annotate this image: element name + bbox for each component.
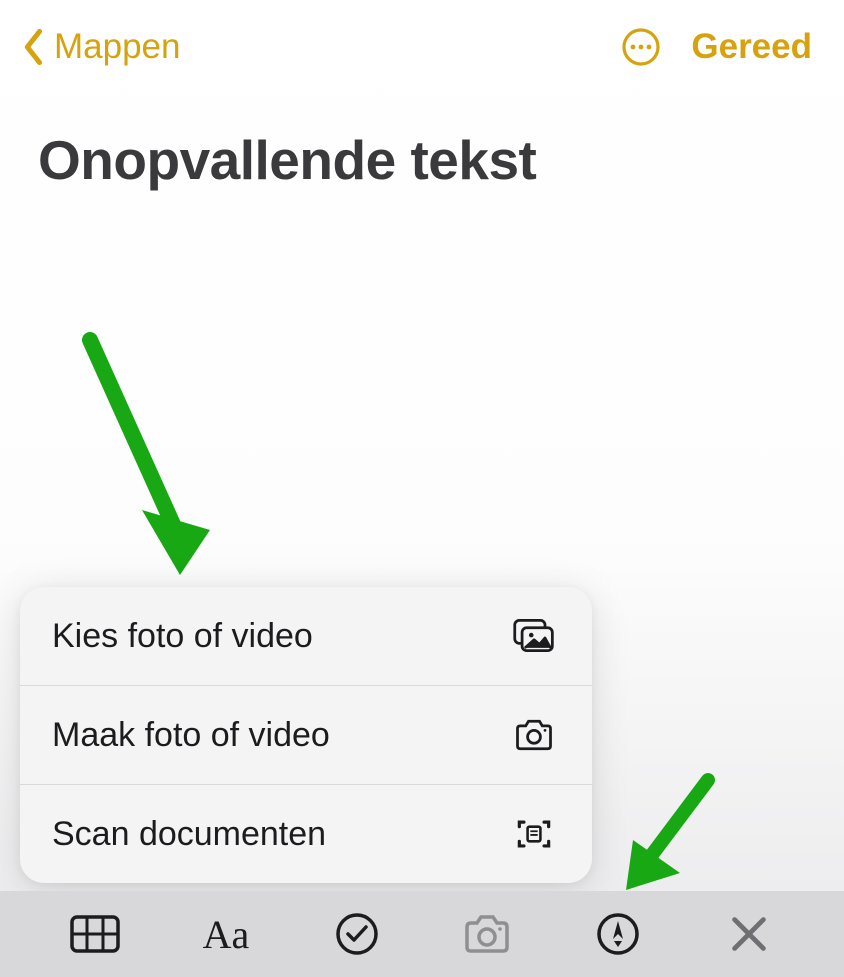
format-toolbar: Aa — [0, 891, 844, 977]
text-format-icon: Aa — [203, 911, 250, 958]
menu-item-label: Scan documenten — [52, 815, 326, 854]
close-icon — [723, 910, 775, 958]
annotation-arrow — [60, 320, 240, 580]
scan-document-icon — [510, 814, 558, 854]
menu-item-choose-photo[interactable]: Kies foto of video — [20, 587, 592, 685]
ellipsis-circle-icon — [621, 27, 661, 67]
checklist-button[interactable] — [312, 904, 402, 964]
note-title: Onopvallende tekst — [38, 128, 806, 192]
menu-item-label: Maak foto of video — [52, 716, 330, 755]
camera-icon — [461, 910, 513, 958]
table-button[interactable] — [50, 904, 140, 964]
chevron-left-icon — [16, 27, 52, 67]
menu-item-take-photo[interactable]: Maak foto of video — [20, 685, 592, 784]
back-button[interactable]: Mappen — [16, 27, 180, 67]
markup-icon — [592, 910, 644, 958]
checklist-icon — [331, 910, 383, 958]
menu-item-scan-documents[interactable]: Scan documenten — [20, 784, 592, 883]
done-button[interactable]: Gereed — [691, 27, 812, 67]
back-label: Mappen — [54, 27, 180, 67]
note-content[interactable]: Onopvallende tekst — [0, 76, 844, 192]
attachment-popup-menu: Kies foto of video Maak foto of video Sc… — [20, 587, 592, 883]
annotation-arrow — [608, 765, 728, 905]
more-button[interactable] — [619, 25, 663, 69]
close-button[interactable] — [704, 904, 794, 964]
menu-item-label: Kies foto of video — [52, 617, 313, 656]
text-format-button[interactable]: Aa — [181, 904, 271, 964]
header: Mappen Gereed — [0, 0, 844, 76]
table-icon — [69, 910, 121, 958]
camera-button[interactable] — [442, 904, 532, 964]
header-actions: Gereed — [619, 25, 812, 69]
markup-button[interactable] — [573, 904, 663, 964]
camera-icon — [510, 715, 558, 755]
photo-library-icon — [510, 616, 558, 656]
